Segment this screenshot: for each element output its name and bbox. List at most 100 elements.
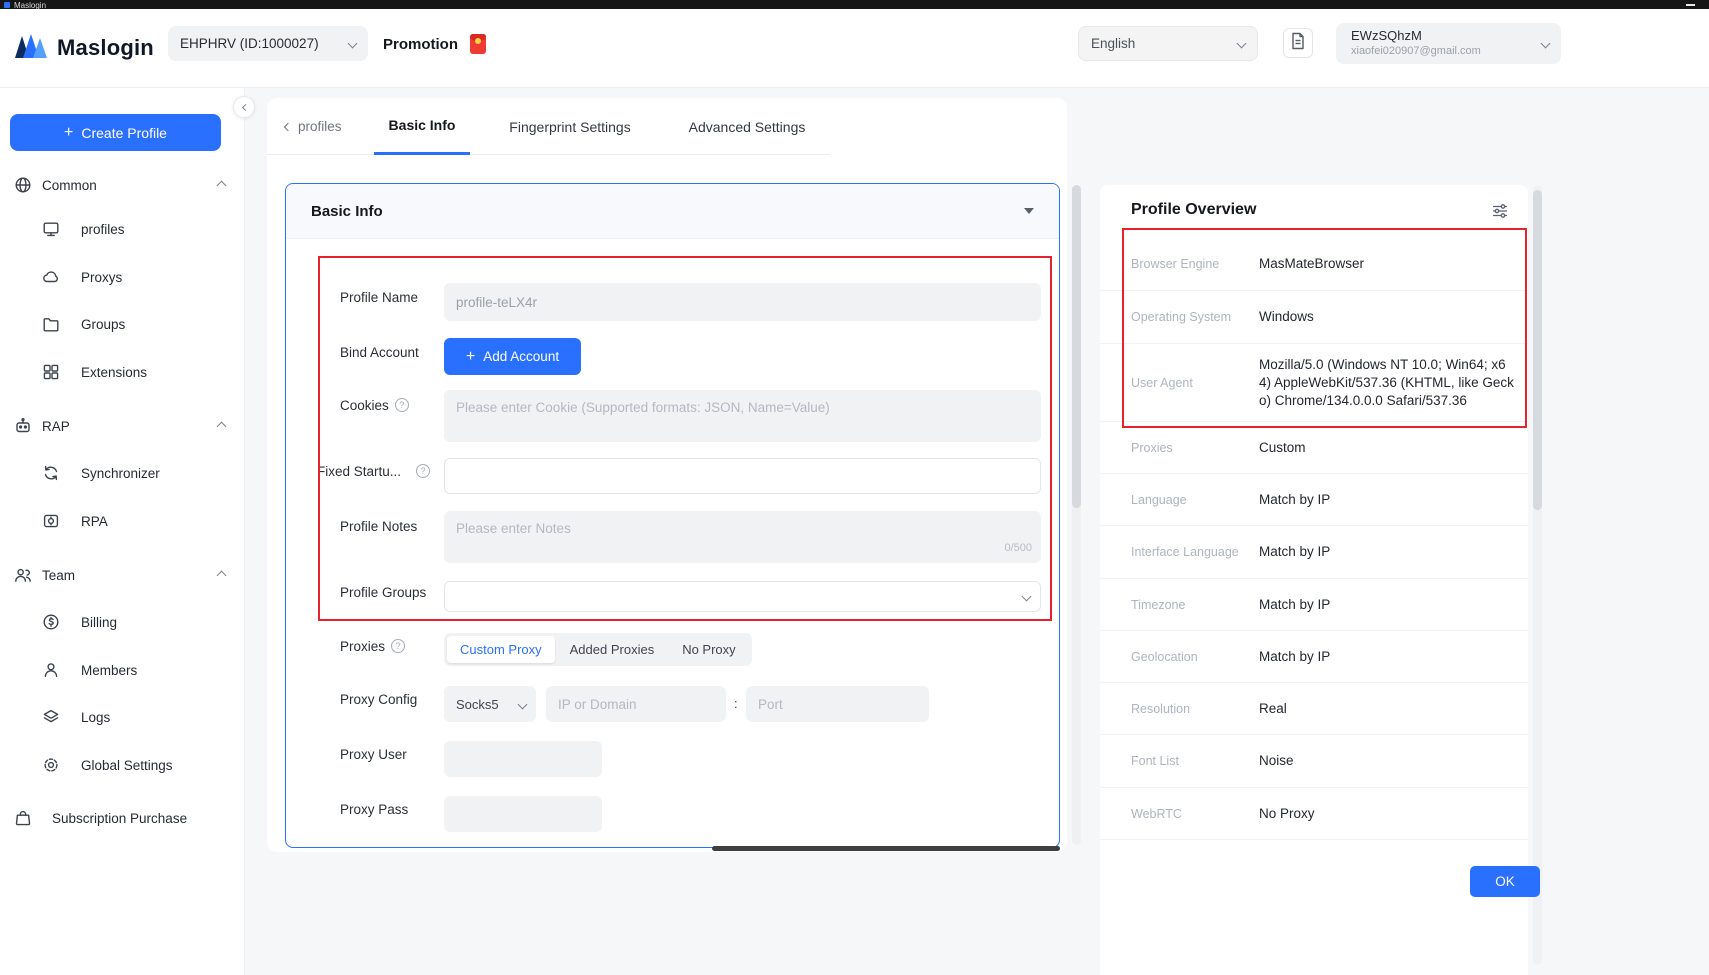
sidebar-item-groups[interactable]: Groups [0, 311, 245, 337]
workspace-selector[interactable]: EHPHRV (ID:1000027) [168, 26, 368, 61]
sidebar-item-subscription-purchase[interactable]: Subscription Purchase [0, 805, 245, 831]
window-title: Maslogin [14, 1, 46, 9]
ip-port-separator: : [734, 696, 738, 711]
tab-advanced-settings[interactable]: Advanced Settings [682, 98, 812, 155]
fixed-startup-label: Fixed Startu... ? [317, 463, 430, 479]
overview-row-language: Language Match by IP [1100, 474, 1528, 526]
profile-groups-label: Profile Groups [340, 584, 426, 600]
profile-name-label: Profile Name [340, 289, 418, 305]
folder-icon [42, 315, 60, 333]
overview-row-webrtc: WebRTC No Proxy [1100, 788, 1528, 840]
profile-notes-textarea[interactable] [444, 511, 1041, 563]
promotion-link[interactable]: Promotion [383, 33, 486, 55]
top-header: Maslogin EHPHRV (ID:1000027) Promotion E… [0, 9, 1709, 88]
fixed-startup-input[interactable] [444, 458, 1041, 494]
overview-row-interface-language: Interface Language Match by IP [1100, 526, 1528, 579]
info-icon[interactable]: ? [416, 464, 430, 478]
overview-row-operating-system: Operating System Windows [1100, 291, 1528, 344]
collapse-sidebar-icon[interactable] [233, 96, 255, 118]
chevron-down-icon [1022, 592, 1032, 602]
overview-row-browser-engine: Browser Engine MasMateBrowser [1100, 238, 1528, 291]
sidebar-item-global-settings[interactable]: Global Settings [0, 752, 245, 778]
chevron-down-icon [348, 39, 358, 49]
user-account-menu[interactable]: EWzSQhzM xiaofei020907@gmail.com [1336, 23, 1561, 64]
sidebar-item-rpa[interactable]: RPA [0, 508, 245, 534]
bind-account-label: Bind Account [340, 344, 419, 360]
profile-overview-title: Profile Overview [1131, 201, 1256, 219]
proxy-option-custom[interactable]: Custom Proxy [447, 636, 555, 663]
section-title: Basic Info [311, 203, 383, 220]
proxy-option-added[interactable]: Added Proxies [557, 636, 668, 663]
overview-row-font-list: Font List Noise [1100, 735, 1528, 788]
sidebar-item-logs[interactable]: Logs [0, 704, 245, 730]
tab-basic-info[interactable]: Basic Info [374, 98, 470, 155]
document-button[interactable] [1283, 28, 1313, 58]
proxy-pass-label: Proxy Pass [340, 801, 408, 817]
document-icon [1290, 32, 1306, 55]
team-icon [14, 566, 32, 584]
info-icon[interactable]: ? [391, 639, 405, 653]
tab-fingerprint-settings[interactable]: Fingerprint Settings [505, 98, 635, 155]
chevron-up-icon [217, 180, 227, 190]
overview-row-timezone: Timezone Match by IP [1100, 579, 1528, 631]
chevron-down-icon [1541, 39, 1551, 49]
red-envelope-icon [470, 34, 486, 54]
sidebar-section-rap[interactable]: RAP [0, 413, 245, 439]
minimize-icon[interactable] [1686, 4, 1695, 6]
overview-row-proxies: Proxies Custom [1100, 422, 1528, 474]
cloud-icon [42, 268, 60, 286]
gear-icon [42, 756, 60, 774]
profile-overview-panel: Profile Overview Browser Engine MasMateB… [1100, 185, 1528, 975]
profile-groups-select[interactable] [444, 581, 1041, 612]
filter-icon[interactable] [1492, 204, 1508, 223]
monitor-icon [42, 220, 60, 238]
sidebar-section-team[interactable]: Team [0, 562, 245, 588]
overview-row-user-agent: User Agent Mozilla/5.0 (Windows NT 10.0;… [1100, 344, 1528, 422]
cookies-textarea[interactable] [444, 390, 1041, 442]
chevron-down-icon [1237, 39, 1247, 49]
sidebar-item-proxys[interactable]: Proxys [0, 264, 245, 290]
plus-icon: + [64, 125, 73, 141]
user-email: xiaofei020907@gmail.com [1351, 44, 1533, 58]
proxy-user-input[interactable] [444, 741, 602, 777]
automation-icon [42, 512, 60, 530]
user-name: EWzSQhzM [1351, 28, 1533, 44]
basic-info-panel-header[interactable]: Basic Info [286, 184, 1059, 239]
language-selector[interactable]: English [1078, 26, 1258, 61]
overview-row-geolocation: Geolocation Match by IP [1100, 631, 1528, 683]
overview-scrollbar[interactable] [1533, 190, 1542, 510]
grid-icon [42, 363, 60, 381]
horizontal-scrollbar[interactable] [712, 846, 1060, 851]
proxy-pass-input[interactable] [444, 796, 602, 832]
sidebar-item-billing[interactable]: Billing [0, 609, 245, 635]
sidebar-item-extensions[interactable]: Extensions [0, 359, 245, 385]
proxies-label: Proxies ? [340, 638, 405, 654]
notes-char-counter: 0/500 [946, 542, 1032, 554]
sidebar: + Create Profile Common profiles Proxys [0, 88, 245, 975]
sidebar-section-common[interactable]: Common [0, 172, 245, 198]
robot-icon [14, 417, 32, 435]
proxy-protocol-select[interactable]: Socks5 [444, 686, 536, 722]
chevron-down-icon [518, 699, 528, 709]
ok-button[interactable]: OK [1470, 866, 1540, 897]
chevron-up-icon [217, 421, 227, 431]
sidebar-item-profiles[interactable]: profiles [0, 216, 245, 242]
sidebar-item-synchronizer[interactable]: Synchronizer [0, 460, 245, 486]
create-profile-button[interactable]: + Create Profile [10, 114, 221, 151]
os-titlebar: Maslogin [0, 0, 1709, 9]
proxy-port-input[interactable] [746, 686, 929, 722]
chevron-left-icon [284, 122, 292, 130]
back-to-profiles-link[interactable]: profiles [285, 98, 342, 155]
plus-icon: + [466, 349, 475, 365]
profile-overview-header: Profile Overview [1100, 185, 1528, 238]
info-icon[interactable]: ? [395, 398, 409, 412]
bag-icon [14, 809, 32, 827]
app-window: Maslogin Maslogin EHPHRV (ID:1000027) Pr… [0, 0, 1709, 975]
form-scrollbar[interactable] [1072, 185, 1081, 508]
add-account-button[interactable]: + Add Account [444, 338, 581, 375]
sidebar-item-members[interactable]: Members [0, 657, 245, 683]
proxy-ip-input[interactable] [546, 686, 726, 722]
logs-icon [42, 708, 60, 726]
profile-name-input[interactable] [444, 283, 1041, 321]
proxy-option-none[interactable]: No Proxy [669, 636, 748, 663]
